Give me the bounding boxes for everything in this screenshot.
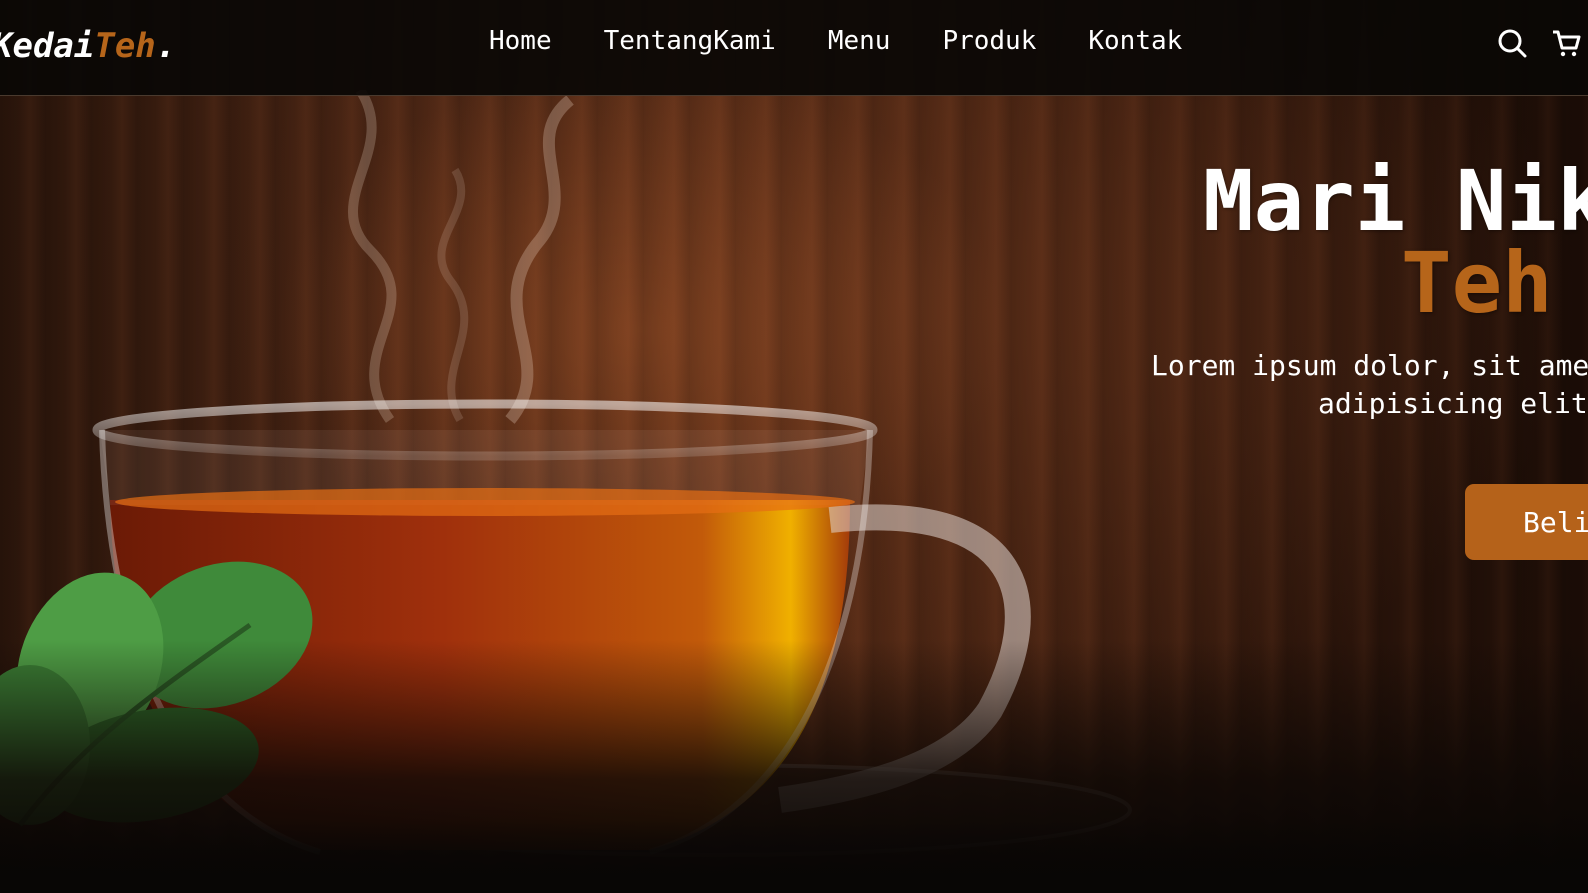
hero-tagline-line1: Lorem ipsum dolor, sit amet consectetur xyxy=(1151,349,1588,382)
brand-name-suffix: . xyxy=(155,26,177,66)
nav-icons xyxy=(1496,27,1582,59)
hero-headline: Mari Nikmati Teh Kami xyxy=(1203,160,1588,325)
nav-link-produk[interactable]: Produk xyxy=(942,26,1036,56)
buy-now-button[interactable]: Beli Sekarang xyxy=(1465,484,1588,560)
hero-tagline-line2: adipisicing elit. Totam, rem xyxy=(1318,387,1588,420)
nav-links: Home TentangKami Menu Produk Kontak xyxy=(489,26,1234,56)
page: KedaiTeh. Home TentangKami Menu Produk K… xyxy=(0,0,1588,893)
cart-icon[interactable] xyxy=(1550,27,1582,59)
brand-logo[interactable]: KedaiTeh. xyxy=(0,26,176,66)
nav-link-tentang-kami[interactable]: TentangKami xyxy=(604,26,776,56)
nav-link-home[interactable]: Home xyxy=(489,26,552,56)
bottom-fade xyxy=(0,820,1588,893)
hero-headline-line2: Teh Kami xyxy=(1203,241,1588,325)
hero-content: Mari Nikmati Teh Kami Lorem ipsum dolor,… xyxy=(888,160,1588,580)
navbar: KedaiTeh. Home TentangKami Menu Produk K… xyxy=(0,0,1588,96)
nav-link-menu[interactable]: Menu xyxy=(828,26,891,56)
hero-headline-rest: Kami xyxy=(1553,234,1588,332)
hero-headline-accent: Teh xyxy=(1401,234,1553,332)
brand-name-accent: Teh xyxy=(94,26,156,66)
nav-link-kontak[interactable]: Kontak xyxy=(1088,26,1182,56)
brand-name-main: Kedai xyxy=(0,26,95,66)
search-icon[interactable] xyxy=(1496,27,1528,59)
hero-tagline: Lorem ipsum dolor, sit amet consectetur … xyxy=(1151,347,1588,423)
steam-graphic xyxy=(347,90,574,424)
